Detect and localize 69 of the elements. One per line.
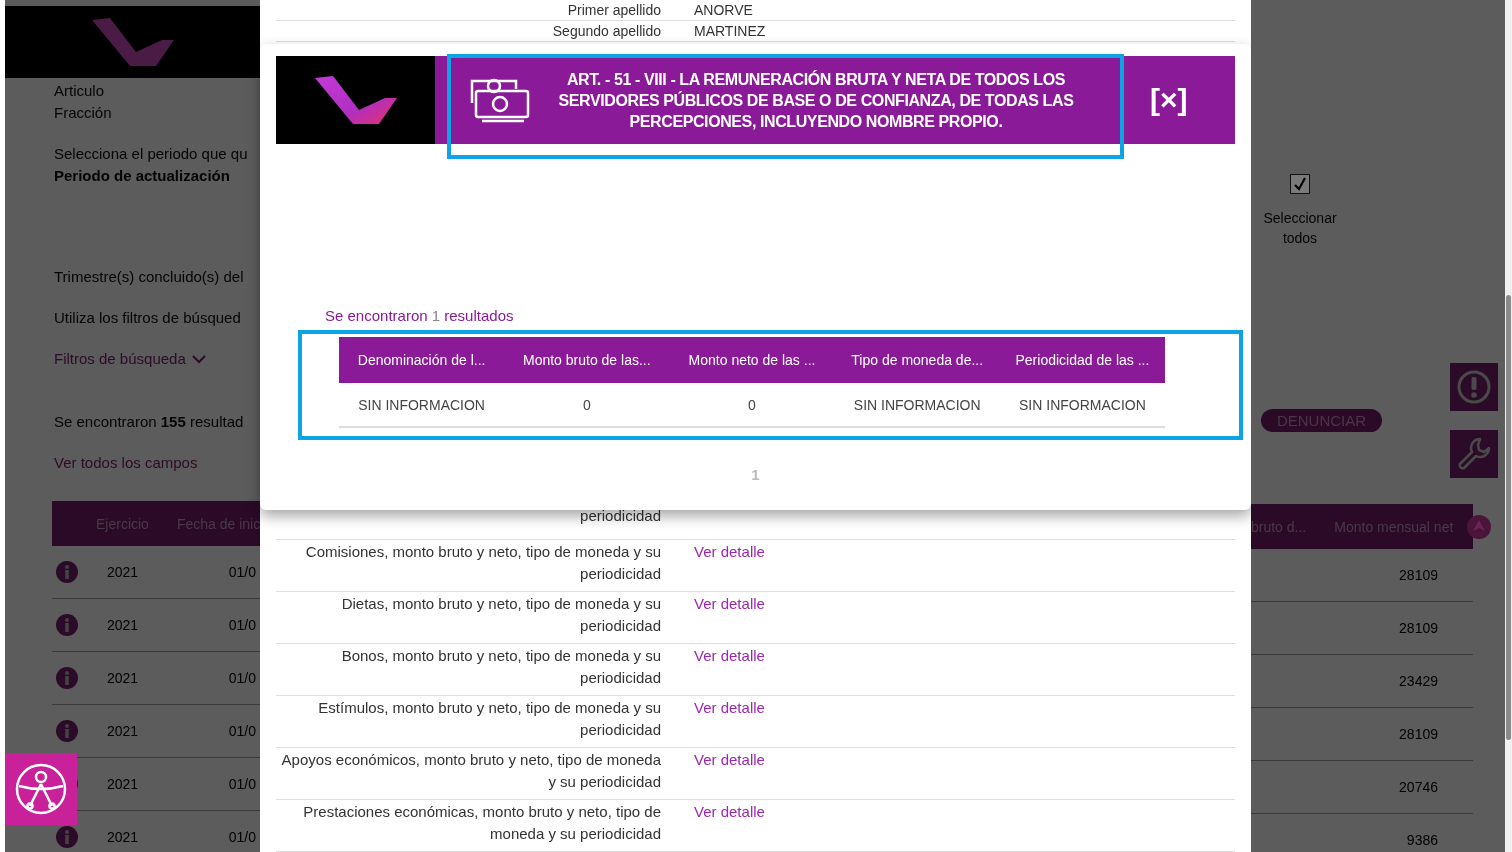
table-cell-text: SIN INFORMACION <box>852 396 982 413</box>
info-text: Fracción <box>54 103 113 123</box>
check-icon <box>1293 177 1307 191</box>
accessibility-button[interactable] <box>5 753 77 825</box>
table-cell-text: 0 <box>747 396 757 413</box>
modal-title: ART. - 51 - VIII - LA REMUNERACIÓN BRUTA Y NETA DE TODOS LOS SERVIDORES PÚBLICOS DE BASE O DE CONFIANZA, DE TODAS LAS PERCEPCIONES, INCLUYENDO NOMBRE PROPIO. <box>557 69 1075 132</box>
detail-link[interactable]: Ver detalle <box>694 645 765 667</box>
table-cell: 2021 <box>107 776 139 792</box>
detail-link[interactable]: Ver detalle <box>694 749 765 771</box>
table-cell: 20746 <box>1399 779 1438 795</box>
field-label: Estímulos, monto bruto y neto, tipo de moneda y su periodicidad <box>317 698 661 740</box>
detail-link[interactable]: Ver detalle <box>694 593 765 615</box>
field-value: MARTINEZ <box>694 22 766 41</box>
alert-button[interactable] <box>1450 362 1498 411</box>
column-header: Denominación de l... <box>356 352 487 368</box>
chevron-icon <box>191 354 206 364</box>
table-cell: 2021 <box>107 829 139 845</box>
scrollbar[interactable] <box>1505 0 1512 852</box>
field-label: Prestaciones económicas, monto bruto y neto, tipo de moneda y su periodicidad <box>302 802 661 844</box>
info-icon[interactable] <box>56 720 78 742</box>
info-text: Se encontraron 155 resultad <box>54 412 245 432</box>
detail-link[interactable]: Ver detalle <box>694 801 765 823</box>
scroll-top-icon[interactable] <box>1467 515 1491 539</box>
table-cell-text: SIN INFORMACION <box>1018 396 1147 413</box>
table-cell-text: 0 <box>581 396 592 413</box>
field-label: Primer apellido <box>566 1 661 20</box>
column-header: Monto neto de las ... <box>687 352 817 368</box>
info-text: Selecciona el periodo que qu <box>54 144 249 164</box>
table-cell: 01/0 <box>228 564 256 580</box>
table-cell-text: SIN INFORMACION <box>357 396 486 413</box>
field-label: periodicidad <box>579 506 661 526</box>
table-cell: 2021 <box>107 564 139 580</box>
checkbox-label: Seleccionar todos <box>1262 209 1338 248</box>
field-label: Bonos, monto bruto y neto, tipo de moneda y su periodicidad <box>340 646 661 688</box>
table-cell: 01/0 <box>228 723 256 739</box>
table-cell: 28109 <box>1399 567 1438 583</box>
table-cell: 28109 <box>1399 620 1438 636</box>
info-icon[interactable] <box>56 667 78 689</box>
close-button[interactable]: [×] <box>1150 83 1188 117</box>
field-label: Apoyos económicos, monto bruto y neto, tipo de moneda y su periodicidad <box>280 750 661 792</box>
field-label: Periodo de actualización <box>54 166 231 186</box>
column-header: Monto bruto de las... <box>522 352 652 368</box>
table-cell: 01/0 <box>228 617 256 633</box>
detail-link[interactable]: Ver detalle <box>694 541 765 563</box>
field-label: Dietas, monto bruto y neto, tipo de moneda y su periodicidad <box>340 594 661 636</box>
table-cell: 2021 <box>107 723 139 739</box>
column-header: Tipo de moneda de... <box>850 352 985 368</box>
info-text: Trimestre(s) concluido(s) del <box>54 267 245 287</box>
table-cell: 28109 <box>1399 726 1438 742</box>
column-header: Periodicidad de las ... <box>1014 352 1151 368</box>
wrench-button[interactable] <box>1450 429 1498 478</box>
info-text: Articulo <box>54 81 106 101</box>
table-cell: 2021 <box>107 670 139 686</box>
detail-link[interactable]: Ver detalle <box>694 697 765 719</box>
field-label: Segundo apellido <box>551 22 661 41</box>
info-icon[interactable] <box>56 614 78 636</box>
field-label: Comisiones, monto bruto y neto, tipo de moneda y su periodicidad <box>304 542 661 584</box>
table-cell: 01/0 <box>228 670 256 686</box>
info-icon[interactable] <box>56 826 78 848</box>
checkbox[interactable] <box>1290 174 1310 194</box>
info-text: Utiliza los filtros de búsqued <box>54 308 242 328</box>
info-icon[interactable] <box>56 561 78 583</box>
table-cell: 23429 <box>1399 673 1438 689</box>
table-cell: 01/0 <box>228 829 256 845</box>
table-cell: 01/0 <box>228 776 256 792</box>
table-cell: 2021 <box>107 617 139 633</box>
results-count: Se encontraron 1 resultados <box>325 306 515 326</box>
table-cell: 9386 <box>1406 832 1438 848</box>
field-value: ANORVE <box>694 1 753 20</box>
